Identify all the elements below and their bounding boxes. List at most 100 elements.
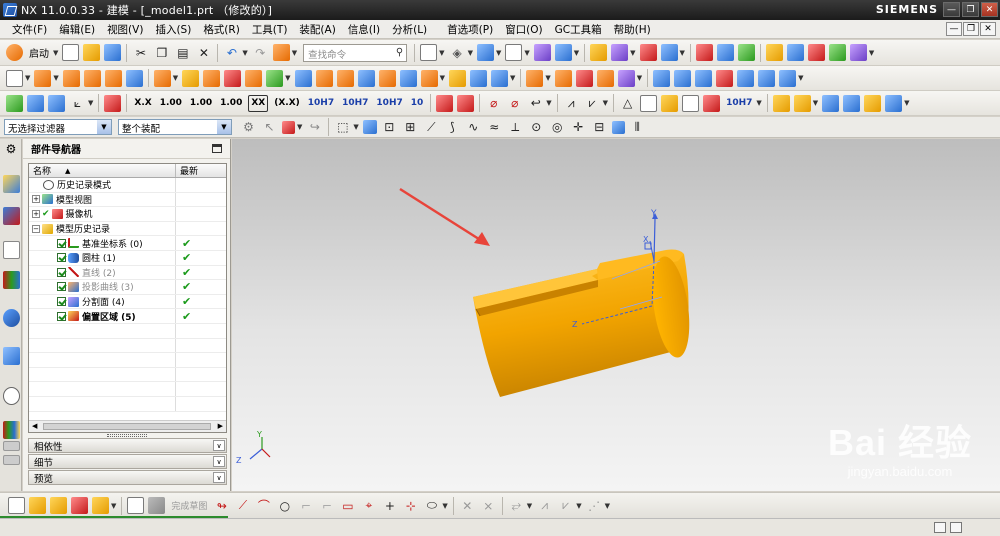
menu-format[interactable]: 格式(R) [197,21,246,38]
point-icon[interactable]: + [381,497,398,514]
restore-button[interactable]: ❐ [962,2,979,17]
table-icon[interactable] [640,94,658,112]
dim-basic[interactable]: XX [248,94,269,112]
copy-to-layer-icon[interactable] [737,44,755,61]
fillet-icon[interactable]: ⌐ [297,497,314,514]
status-icon-2[interactable] [950,522,962,533]
status-icon-1[interactable] [934,522,946,533]
tree-row-model-views[interactable]: + 模型视图 [29,192,226,208]
details-panel[interactable]: 细节 ∨ [28,454,227,469]
point-constructor-icon[interactable] [639,44,657,61]
hide-icon[interactable] [807,44,825,61]
scroll-right-icon[interactable]: ▶ [218,422,223,430]
history-tab-icon[interactable] [3,347,20,365]
feature-checkbox[interactable] [57,282,66,292]
measure-distance-icon[interactable] [660,44,678,61]
feature-checkbox[interactable] [57,238,66,248]
gear-icon[interactable]: ⚙ [240,119,257,136]
tree-row-projected-curve[interactable]: 投影曲线 (3) ✔ [29,280,226,295]
snap-curve-icon[interactable]: ∿ [465,119,482,136]
feature-checkbox[interactable] [57,253,66,263]
slot-icon[interactable] [315,69,333,87]
filter-reset-icon[interactable] [282,120,295,134]
snap-existing-icon[interactable]: ⊟ [591,119,608,136]
sketch-dimension-icon[interactable] [92,497,109,514]
redo-icon[interactable]: ↷ [252,44,269,61]
wcs-icon[interactable] [611,44,629,61]
tool-settings-icon[interactable] [885,94,903,112]
snap-midpoint-icon[interactable]: ✛ [570,119,587,136]
graphics-window[interactable]: Y X Z Y Z Bai 经验 jingyan.baidu.com [232,139,1000,491]
curve-rule-icon[interactable]: ↪ [306,119,323,136]
snap-line-icon[interactable]: ⟋ [423,119,440,136]
chevron-down-icon[interactable]: ∨ [213,456,225,467]
web-browser-tab-icon[interactable] [3,309,20,327]
chamfer-sketch-icon[interactable]: ⌐ [318,497,335,514]
rib-icon[interactable] [336,69,354,87]
doc-minimize-button[interactable]: — [946,22,962,36]
menu-help[interactable]: 帮助(H) [608,21,657,38]
cylinder-icon[interactable] [83,69,101,87]
tree-row-offset-region[interactable]: 偏置区域 (5) ✔ [29,309,226,324]
quick-trim-icon[interactable]: ✕ [459,497,476,514]
extrude-icon[interactable] [34,69,52,87]
quick-extend-icon[interactable]: ⨯ [480,497,497,514]
cut-icon[interactable]: ✂ [132,44,149,61]
subtract-icon[interactable] [182,69,200,87]
finish-sketch-button[interactable]: 完成草图 [167,496,211,516]
replace-face-icon[interactable] [48,94,65,112]
save-icon[interactable] [104,44,122,61]
undo-icon[interactable]: ↶ [223,44,240,61]
pattern-feature-icon[interactable] [526,69,544,87]
boss-icon[interactable] [245,69,263,87]
snap-endpoint-icon[interactable]: ⊡ [381,119,398,136]
show-hide-icon[interactable] [786,44,804,61]
line-icon[interactable]: ⟋ [234,497,251,514]
polygon-icon[interactable]: ⌖ [360,497,377,514]
expand-icon[interactable]: + [32,209,40,218]
radius-icon[interactable]: ⌀ [506,95,523,112]
scroll-left-icon[interactable]: ◀ [32,422,37,430]
snap-tangent-icon[interactable]: ⟆ [444,119,461,136]
chevron-down-icon[interactable]: ∨ [213,472,225,483]
sphere-icon[interactable] [125,69,143,87]
chevron-down-icon[interactable]: ∨ [213,440,225,451]
profile-icon[interactable]: ↬ [213,497,230,514]
sketch-point-icon[interactable] [50,497,67,514]
pattern-curve-icon[interactable]: ⩘ [536,497,553,514]
sketch-task-icon[interactable] [127,497,145,514]
snap-bounded-icon[interactable]: ⦀ [629,119,646,136]
resource-scroll-down-icon[interactable] [3,455,20,465]
menu-information[interactable]: 信息(I) [342,21,386,38]
intersect-icon[interactable] [203,69,221,87]
annotation-icon-1[interactable] [436,94,454,112]
dependencies-panel[interactable]: 相依性 ∨ [28,438,227,453]
datum-csys-icon[interactable]: ⟀ [69,95,86,112]
cone-icon[interactable] [104,69,122,87]
snap-intersection-icon[interactable]: ⟂ [507,119,524,136]
make-symmetric-icon[interactable]: ⋰ [586,497,603,514]
clock-icon[interactable] [3,387,20,405]
move-face-icon[interactable] [27,94,44,112]
offset-curve-icon[interactable]: ⥂ [508,497,525,514]
snap-spline-icon[interactable]: ≈ [486,119,503,136]
annotation-icon-2[interactable] [457,94,475,112]
expand-icon[interactable]: + [32,195,40,204]
section-view-icon[interactable] [533,44,551,61]
reuse-library-tab-icon[interactable] [3,271,20,289]
menu-insert[interactable]: 插入(S) [149,21,197,38]
groove-icon[interactable] [294,69,312,87]
tree-row-cylinder[interactable]: 圆柱 (1) ✔ [29,250,226,266]
sort-ascending-icon[interactable]: ▲ [65,167,70,175]
part-navigator-tab-icon[interactable] [3,175,20,193]
offset-face-icon[interactable] [469,69,487,87]
close-button[interactable]: ✕ [981,2,998,17]
note-icon[interactable] [682,94,700,112]
dim-fit-1[interactable]: 10H7 [306,95,336,112]
start-icon[interactable] [6,44,23,61]
pen-icon[interactable] [843,94,861,112]
invert-display-icon[interactable] [849,44,867,61]
snap-grid-icon[interactable]: ⊞ [402,119,419,136]
snap-center-icon[interactable]: ⊙ [528,119,545,136]
mirror-curve-icon[interactable]: ⩗ [557,497,574,514]
